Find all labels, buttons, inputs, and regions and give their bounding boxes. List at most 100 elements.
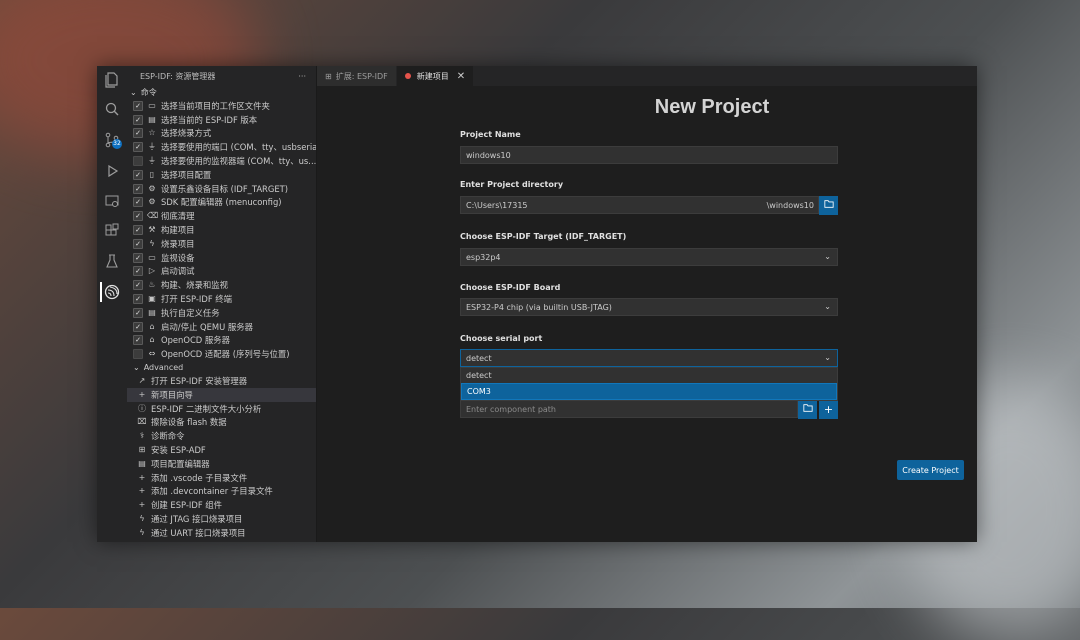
add-component-button[interactable]: + [819, 400, 838, 419]
plus-icon: + [138, 486, 146, 496]
checkbox-checked[interactable]: ✓ [133, 238, 143, 249]
serial-option-com3[interactable]: COM3 [461, 383, 837, 400]
checkbox-checked[interactable]: ✓ [133, 321, 143, 332]
testing-icon[interactable] [102, 251, 122, 271]
advanced-item[interactable]: ▤ 项目配置编辑器 [127, 457, 316, 471]
command-item[interactable]: ✓ ⏚ 选择要使用的端口 (COM、tty、usbserial) [127, 140, 316, 154]
advanced-item[interactable]: ⊞ 安装 ESP-ADF [127, 443, 316, 457]
erase-icon: ⌧ [137, 417, 147, 427]
vscode-window: 32 ESP-IDF: 资源管理器 ··· ⌄ 命令 ✓ ▭ 选择当前项目的工作区文… [97, 66, 977, 542]
advanced-item[interactable]: + 添加 .devcontainer 子目录文件 [127, 485, 316, 499]
tab-label: 扩展: ESP-IDF [335, 71, 388, 81]
checkbox-checked[interactable]: ✓ [133, 114, 143, 125]
activity-bar: 32 [97, 66, 128, 542]
command-item[interactable]: ✓ ▭ 监视设备 [127, 251, 316, 265]
file-icon: ▯ [149, 169, 155, 179]
search-icon[interactable] [102, 99, 122, 119]
close-icon[interactable]: ✕ [457, 71, 465, 82]
board-select[interactable]: ESP32-P4 chip (via builtin USB-JTAG) ⌄ [460, 298, 838, 316]
directory-label: Enter Project directory [460, 180, 564, 189]
extensions-icon[interactable] [102, 221, 122, 241]
advanced-item[interactable]: ⓘ ESP-IDF 二进制文件大小分析 [127, 402, 316, 416]
board-label: Choose ESP-IDF Board [460, 283, 561, 292]
serial-port-label: Choose serial port [460, 334, 543, 343]
checkbox-checked[interactable]: ✓ [133, 197, 143, 208]
directory-input[interactable]: C:\Users\17315 \windows10 [460, 196, 819, 214]
advanced-item[interactable]: + 添加 .vscode 子目录文件 [127, 471, 316, 485]
browse-component-button[interactable] [798, 400, 817, 419]
command-item[interactable]: ✓ ▯ 选择项目配置 [127, 168, 316, 182]
serial-option-detect[interactable]: detect [461, 368, 837, 383]
commands-list: ✓ ▭ 选择当前项目的工作区文件夹 ✓ ▤ 选择当前的 ESP-IDF 版本 ✓ ☆ 选择烧录方… [127, 99, 316, 361]
command-label: 执行自定义任务 [161, 307, 220, 318]
checkbox-checked[interactable]: ✓ [133, 266, 143, 277]
tab-new-project[interactable]: 新建项目 ✕ [396, 66, 475, 86]
plus-icon: + [823, 403, 834, 416]
gear-icon: ⚙ [148, 197, 156, 207]
command-item[interactable]: ✓ ▷ 启动调试 [127, 265, 316, 279]
command-item[interactable]: ✓ ⌂ OpenOCD 服务器 [127, 334, 316, 348]
more-actions-icon[interactable]: ··· [298, 72, 306, 81]
checkbox-checked[interactable]: ✓ [133, 183, 143, 194]
checkbox-checked[interactable]: ✓ [133, 128, 143, 139]
command-item[interactable]: ⏚ 选择要使用的监视器端 (COM、tty、us... [127, 154, 316, 168]
sidebar-header: ESP-IDF: 资源管理器 ··· [127, 66, 316, 86]
command-item[interactable]: ✓ ♨ 构建、烧录和监视 [127, 278, 316, 292]
checkbox-checked[interactable]: ✓ [133, 294, 143, 305]
plus-icon: + [138, 472, 146, 482]
source-control-icon[interactable]: 32 [102, 130, 122, 150]
checkbox-checked[interactable]: ✓ [133, 100, 143, 111]
advanced-section-header[interactable]: ⌄ Advanced [127, 361, 316, 374]
esp-idf-icon[interactable] [100, 282, 122, 302]
advanced-label: ESP-IDF 二进制文件大小分析 [151, 403, 262, 414]
command-label: 启动调试 [161, 266, 195, 277]
explorer-icon[interactable] [102, 70, 122, 90]
command-item[interactable]: ✓ ⌂ 启动/停止 QEMU 服务器 [127, 320, 316, 334]
tab-esp-idf-extension[interactable]: ⊞ 扩展: ESP-IDF [317, 66, 397, 86]
run-debug-icon[interactable] [102, 161, 122, 181]
checkbox-checked[interactable]: ✓ [133, 307, 143, 318]
advanced-item[interactable]: ϟ 通过 UART 接口烧录项目 [127, 526, 316, 540]
command-item[interactable]: ✓ ⚒ 构建项目 [127, 223, 316, 237]
command-item[interactable]: ✓ ☆ 选择烧录方式 [127, 127, 316, 141]
checkbox-checked[interactable]: ✓ [133, 225, 143, 236]
remote-explorer-icon[interactable] [102, 191, 122, 211]
sidebar-title: ESP-IDF: 资源管理器 [140, 71, 216, 81]
browse-folder-button[interactable] [819, 196, 838, 215]
command-item[interactable]: ✓ ⌫ 彻底清理 [127, 209, 316, 223]
checkbox-checked[interactable]: ✓ [133, 280, 143, 291]
command-item[interactable]: ✓ ▭ 选择当前项目的工作区文件夹 [127, 99, 316, 113]
target-select[interactable]: esp32p4 ⌄ [460, 248, 838, 266]
create-project-button[interactable]: Create Project [897, 460, 964, 480]
serial-port-select[interactable]: detect ⌄ [460, 349, 838, 367]
checkbox-checked[interactable]: ✓ [133, 335, 143, 346]
checkbox-checked[interactable]: ✓ [133, 169, 143, 180]
command-item[interactable]: ✓ ▤ 选择当前的 ESP-IDF 版本 [127, 113, 316, 127]
commands-section-label: 命令 [140, 88, 157, 97]
command-item[interactable]: ✓ ⚙ SDK 配置编辑器 (menuconfig) [127, 196, 316, 210]
command-item[interactable]: ✓ ϟ 烧录项目 [127, 237, 316, 251]
checkbox-unchecked[interactable] [133, 156, 143, 167]
project-name-input[interactable]: windows10 [460, 146, 838, 164]
advanced-item[interactable]: ⚕ 诊断命令 [127, 429, 316, 443]
advanced-item[interactable]: ↗ 打开 ESP-IDF 安装管理器 [127, 374, 316, 388]
advanced-label: 通过 JTAG 接口烧录项目 [151, 514, 243, 524]
checkbox-unchecked[interactable] [133, 349, 143, 360]
advanced-item[interactable]: ⌧ 擦除设备 flash 数据 [127, 416, 316, 430]
commands-section-header[interactable]: ⌄ 命令 [127, 86, 316, 99]
component-path-input[interactable]: Enter component path [460, 400, 798, 418]
command-label: 启动/停止 QEMU 服务器 [161, 321, 254, 332]
command-item[interactable]: ✓ ▣ 打开 ESP-IDF 终端 [127, 292, 316, 306]
command-item[interactable]: ✓ ⚙ 设置乐鑫设备目标 (IDF_TARGET) [127, 182, 316, 196]
checkbox-checked[interactable]: ✓ [133, 142, 143, 153]
advanced-item[interactable]: + 创建 ESP-IDF 组件 [127, 498, 316, 512]
checkbox-checked[interactable]: ✓ [133, 252, 143, 263]
advanced-item[interactable]: + 新项目向导 [127, 387, 316, 402]
plus-icon: + [138, 389, 146, 399]
checkbox-checked[interactable]: ✓ [133, 211, 143, 222]
command-item[interactable]: ⇔ OpenOCD 适配器 (序列号与位置) [127, 347, 316, 361]
advanced-item[interactable]: ϟ 通过 JTAG 接口烧录项目 [127, 512, 316, 526]
command-item[interactable]: ✓ ▤ 执行自定义任务 [127, 306, 316, 320]
command-label: 选择当前项目的工作区文件夹 [161, 100, 270, 111]
source-control-badge: 32 [112, 139, 122, 149]
